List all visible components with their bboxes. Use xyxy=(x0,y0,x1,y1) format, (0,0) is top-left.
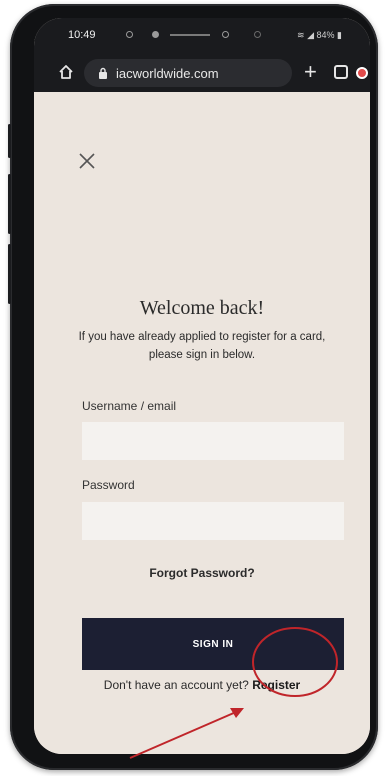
username-label: Username / email xyxy=(82,399,177,413)
notification-icon xyxy=(254,31,261,38)
status-time: 10:49 xyxy=(68,29,96,41)
profile-icon[interactable] xyxy=(356,67,368,79)
status-bar: 10:49 ≋ ◢ 84% ▮ xyxy=(34,18,370,54)
forgot-password-link[interactable]: Forgot Password? xyxy=(34,566,370,580)
new-tab-icon[interactable]: + xyxy=(304,61,317,83)
page-subtitle: If you have already applied to register … xyxy=(78,331,326,361)
password-label: Password xyxy=(82,478,135,492)
browser-toolbar: iacworldwide.com + xyxy=(34,54,370,92)
lock-icon xyxy=(99,67,107,79)
tabs-icon[interactable] xyxy=(334,65,348,79)
notification-icon xyxy=(222,31,229,38)
close-icon[interactable] xyxy=(78,152,96,170)
address-bar[interactable]: iacworldwide.com xyxy=(84,59,292,87)
battery-text: 84% xyxy=(316,30,335,40)
side-button xyxy=(8,124,11,158)
notification-icon xyxy=(126,31,133,38)
no-account-text: Don't have an account yet? xyxy=(103,678,249,692)
phone-frame: 10:49 ≋ ◢ 84% ▮ iacworldwide.com + Welco… xyxy=(8,4,378,770)
sign-in-button[interactable]: SIGN IN xyxy=(82,618,344,670)
register-prompt: Don't have an account yet? Register xyxy=(34,678,370,692)
phone-screen: 10:49 ≋ ◢ 84% ▮ iacworldwide.com + Welco… xyxy=(34,18,370,754)
notification-icon xyxy=(152,31,159,38)
url-text: iacworldwide.com xyxy=(116,65,219,81)
wifi-icon: ≋ xyxy=(297,30,305,40)
side-button xyxy=(8,244,11,304)
status-icons: ≋ ◢ 84% ▮ xyxy=(297,30,342,41)
home-icon[interactable] xyxy=(58,64,74,80)
login-page: Welcome back! If you have already applie… xyxy=(34,92,370,754)
register-link[interactable]: Register xyxy=(252,678,300,692)
page-title: Welcome back! xyxy=(139,297,265,319)
battery-icon: ▮ xyxy=(337,30,342,40)
password-input[interactable] xyxy=(82,502,344,540)
notification-icon xyxy=(170,34,210,36)
side-button xyxy=(8,174,11,234)
signal-icon: ◢ xyxy=(307,30,314,40)
username-input[interactable] xyxy=(82,422,344,460)
